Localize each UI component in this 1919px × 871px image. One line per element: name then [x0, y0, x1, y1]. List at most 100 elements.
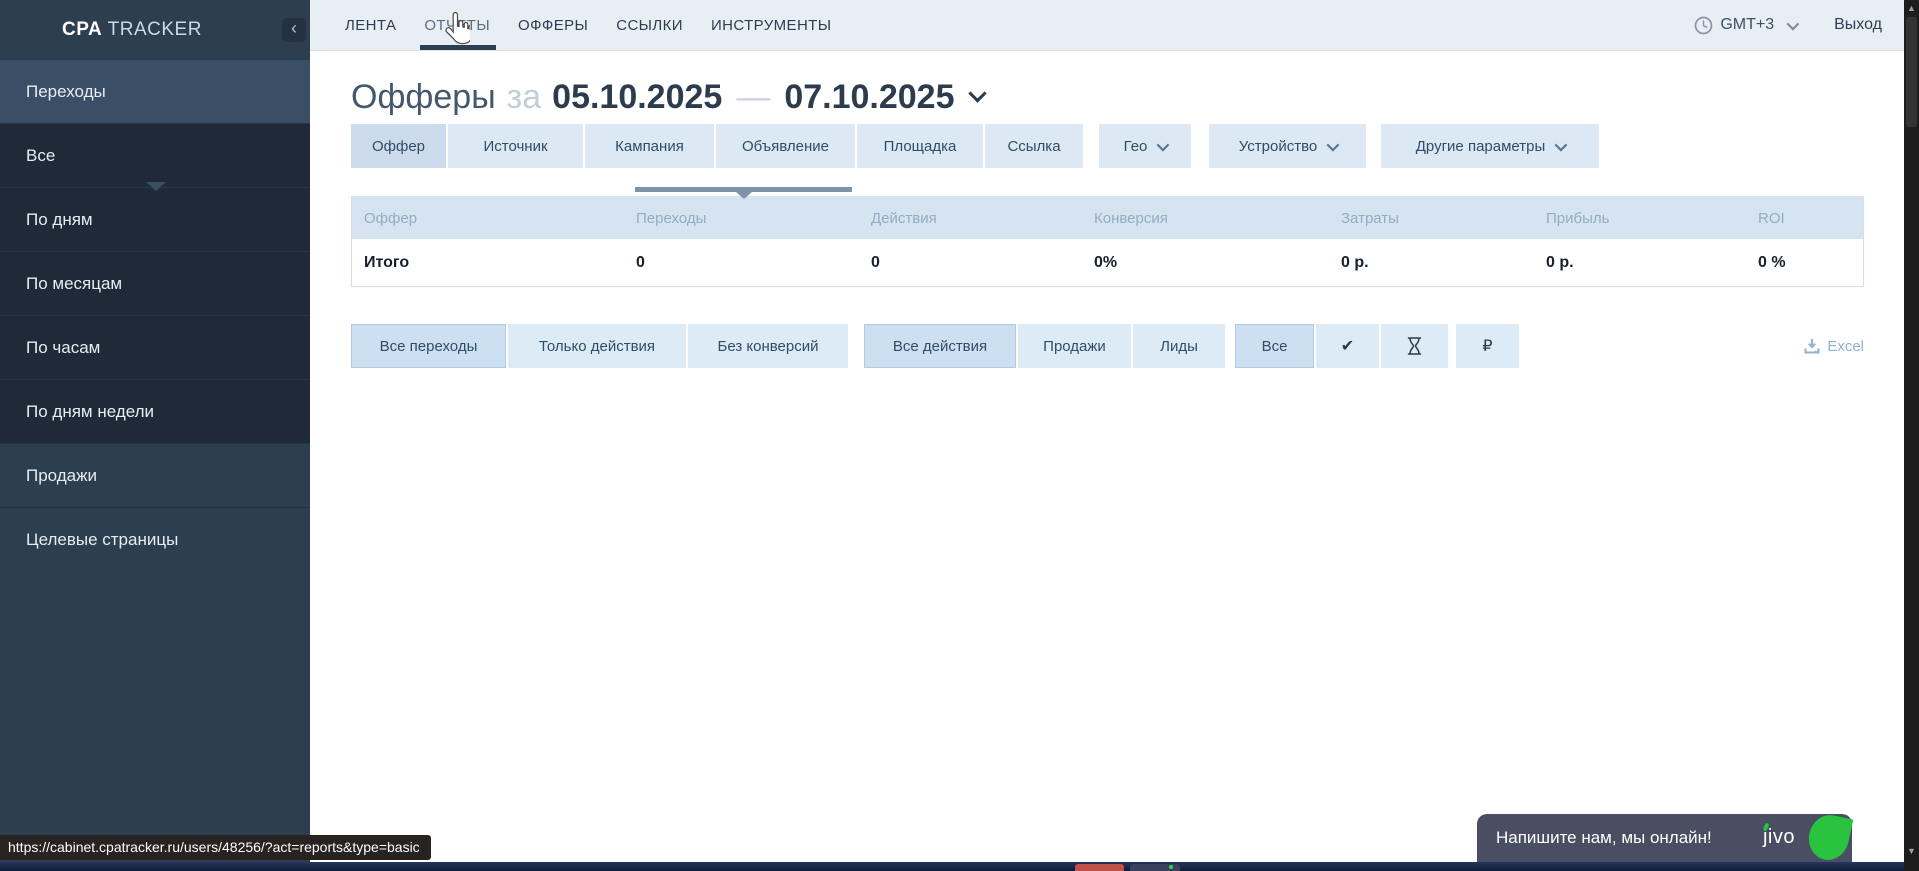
filter-vse-deystviya[interactable]: Все действия	[864, 324, 1018, 368]
nav-label: ИНСТРУМЕНТЫ	[711, 17, 832, 34]
totals-deystviya: 0	[871, 254, 1094, 272]
export-excel-link[interactable]: Excel	[1804, 338, 1864, 355]
tab-obyavlenie[interactable]: Объявление	[716, 124, 857, 168]
report-table: Оффер Переходы Действия Конверсия Затрат…	[351, 196, 1864, 287]
sidebar-item-label: Продажи	[26, 466, 97, 486]
sidebar-item-po-dnyam-nedeli[interactable]: По дням недели	[0, 379, 310, 443]
jivo-logo: jivo	[1763, 826, 1795, 849]
column-header-deystviya[interactable]: Действия	[871, 210, 1094, 227]
scroll-down-arrow-icon[interactable]: ▼	[1904, 844, 1919, 858]
tab-label: Источник	[483, 138, 547, 155]
column-header-zatraty[interactable]: Затраты	[1341, 210, 1546, 227]
tab-label: Кампания	[615, 138, 684, 155]
chat-widget[interactable]: Напишите нам, мы онлайн! jivo	[1477, 814, 1852, 864]
vertical-scrollbar[interactable]: ▲ ▼	[1904, 0, 1919, 871]
app-logo: CPA TRACKER	[62, 19, 202, 41]
column-header-perehody[interactable]: Переходы	[636, 210, 871, 227]
filter-tolko-deystviya[interactable]: Только действия	[508, 324, 688, 368]
sidebar-item-vse[interactable]: Все	[0, 123, 310, 187]
collapse-chevron-icon: ‹	[291, 18, 297, 38]
sidebar-menu: Переходы Все По дням По месяцам По часам…	[0, 59, 310, 571]
tab-label: Другие параметры	[1416, 138, 1546, 155]
sidebar-item-po-chasam[interactable]: По часам	[0, 315, 310, 379]
dropdown-tab-geo[interactable]: Гео	[1099, 124, 1191, 168]
nav-item-otchety[interactable]: ОТЧЕТЫ	[410, 0, 504, 50]
sidebar-item-label: Переходы	[26, 82, 106, 102]
filter-label: Только действия	[539, 338, 655, 355]
tab-istochnik[interactable]: Источник	[448, 124, 585, 168]
nav-label: ССЫЛКИ	[616, 17, 683, 34]
download-icon	[1804, 338, 1820, 354]
logo-bold: CPA	[62, 19, 102, 40]
status-filter-group: Все ✔	[1235, 324, 1448, 368]
tab-kampaniya[interactable]: Кампания	[585, 124, 716, 168]
column-header-konversiya[interactable]: Конверсия	[1094, 210, 1341, 227]
sidebar-collapse-button[interactable]: ‹	[282, 18, 306, 42]
logout-link[interactable]: Выход	[1834, 16, 1882, 34]
totals-label: Итого	[352, 254, 636, 272]
tab-label: Оффер	[372, 138, 425, 155]
chevron-down-icon	[1555, 138, 1568, 151]
nav-item-lenta[interactable]: ЛЕНТА	[345, 0, 410, 50]
sidebar-item-perehody[interactable]: Переходы	[0, 59, 310, 123]
filter-label: Все	[1262, 338, 1288, 355]
filter-label: Без конверсий	[717, 338, 818, 355]
nav-item-instrumenty[interactable]: ИНСТРУМЕНТЫ	[697, 0, 846, 50]
nav-item-ssylki[interactable]: ССЫЛКИ	[602, 0, 697, 50]
chevron-down-icon	[1787, 17, 1800, 30]
hourglass-icon	[1407, 337, 1422, 355]
date-to[interactable]: 07.10.2025	[784, 78, 954, 117]
filter-status-pending[interactable]	[1381, 324, 1448, 368]
tab-label: Объявление	[742, 138, 829, 155]
column-header-pribyl[interactable]: Прибыль	[1546, 210, 1758, 227]
filter-vse-perehody[interactable]: Все переходы	[351, 324, 508, 368]
dimension-tabs: Оффер Источник Кампания Объявление Площа…	[351, 124, 1864, 168]
actions-filter-group: Все действия Продажи Лиды	[864, 324, 1225, 368]
date-from[interactable]: 05.10.2025	[552, 78, 722, 117]
totals-zatraty: 0 р.	[1341, 254, 1546, 272]
nav-item-offery[interactable]: ОФФЕРЫ	[504, 0, 602, 50]
nav-label: ОТЧЕТЫ	[424, 17, 490, 34]
sort-indicator-caret	[736, 192, 752, 199]
export-label: Excel	[1827, 338, 1864, 355]
currency-toggle-button[interactable]: ₽	[1456, 324, 1519, 368]
scroll-up-arrow-icon[interactable]: ▲	[1904, 1, 1919, 15]
sidebar-item-po-mesyacam[interactable]: По месяцам	[0, 251, 310, 315]
nav-label: ОФФЕРЫ	[518, 17, 588, 34]
main-content: Офферы за 05.10.2025 — 07.10.2025 Оффер …	[310, 52, 1904, 871]
scrollbar-thumb[interactable]	[1906, 17, 1917, 127]
topbar-right: GMT+3 Выход	[1694, 16, 1904, 35]
taskbar-strip	[0, 862, 1904, 871]
tab-ploshchadka[interactable]: Площадка	[857, 124, 985, 168]
check-icon: ✔	[1341, 336, 1354, 356]
sidebar-header: CPA TRACKER ‹	[0, 0, 310, 59]
active-item-caret	[146, 182, 166, 191]
filter-status-approved[interactable]: ✔	[1316, 324, 1381, 368]
table-row-totals: Итого 0 0 0% 0 р. 0 р. 0 %	[352, 239, 1863, 286]
dropdown-tab-drugie-parametry[interactable]: Другие параметры	[1381, 124, 1599, 168]
timezone-selector[interactable]: GMT+3	[1694, 16, 1796, 35]
filter-label: Продажи	[1043, 338, 1106, 355]
date-range-chevron-icon[interactable]	[968, 84, 986, 102]
filter-prodazhi[interactable]: Продажи	[1018, 324, 1133, 368]
sidebar-item-label: По месяцам	[26, 274, 122, 294]
jivo-brand-text: jivo	[1763, 826, 1795, 848]
tab-offer[interactable]: Оффер	[351, 124, 448, 168]
filter-lidy[interactable]: Лиды	[1133, 324, 1225, 368]
sidebar-item-celevye-stranicy[interactable]: Целевые страницы	[0, 507, 310, 571]
column-header-offer[interactable]: Оффер	[352, 210, 636, 227]
chat-message: Напишите нам, мы онлайн!	[1496, 828, 1712, 848]
top-nav: ЛЕНТА ОТЧЕТЫ ОФФЕРЫ ССЫЛКИ ИНСТРУМЕНТЫ	[345, 0, 845, 50]
taskbar-dark-button	[1130, 864, 1180, 871]
filter-label: Лиды	[1160, 338, 1198, 355]
chevron-down-icon	[1327, 138, 1340, 151]
sidebar-item-label: По дням недели	[26, 402, 154, 422]
filter-bez-konversiy[interactable]: Без конверсий	[688, 324, 848, 368]
sidebar-item-label: По часам	[26, 338, 100, 358]
dropdown-tab-ustroystvo[interactable]: Устройство	[1209, 124, 1366, 168]
tab-ssylka[interactable]: Ссылка	[985, 124, 1083, 168]
filter-status-vse[interactable]: Все	[1235, 324, 1316, 368]
column-header-roi[interactable]: ROI	[1758, 210, 1863, 227]
sidebar-item-prodazhi[interactable]: Продажи	[0, 443, 310, 507]
sidebar-item-po-dnyam[interactable]: По дням	[0, 187, 310, 251]
